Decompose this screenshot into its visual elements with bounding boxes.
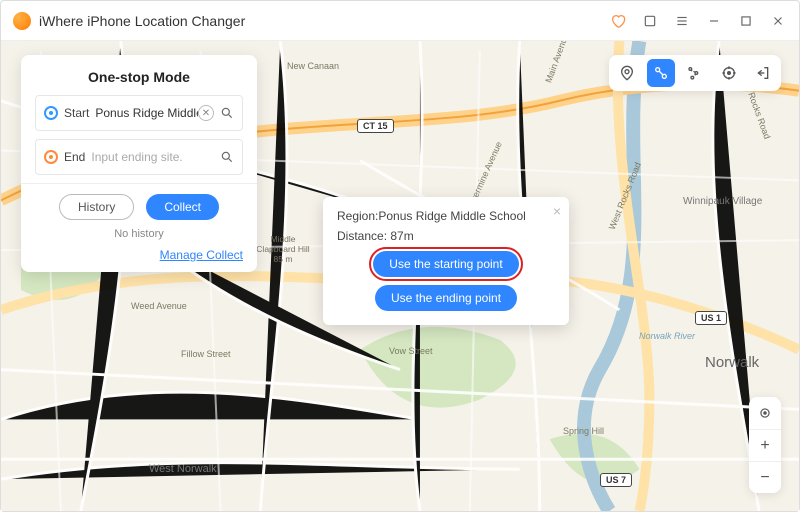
map-label: Spring Hill <box>563 426 604 436</box>
close-icon[interactable] <box>769 12 787 30</box>
popup-distance: Distance: 87m <box>337 229 555 243</box>
search-end-icon[interactable] <box>218 148 236 166</box>
app-window: iWhere iPhone Location Changer <box>0 0 800 512</box>
app-title: iWhere iPhone Location Changer <box>39 13 609 29</box>
divider <box>21 183 257 184</box>
end-dot-icon <box>44 150 58 164</box>
manage-collect-wrap: Manage Collect <box>35 248 243 262</box>
route-shield: US 7 <box>600 473 632 487</box>
mode-multi-stop-icon[interactable] <box>681 59 709 87</box>
favorite-icon[interactable] <box>609 12 627 30</box>
mode-joystick-icon[interactable] <box>715 59 743 87</box>
zoom-controls: + − <box>749 397 781 493</box>
map-label: Fillow Street <box>181 349 231 359</box>
popup-tail-icon <box>438 317 454 333</box>
location-popup: × Region:Ponus Ridge Middle School Dista… <box>323 197 569 325</box>
map-label: Vow Street <box>389 346 433 356</box>
mode-one-stop-icon[interactable] <box>647 59 675 87</box>
one-stop-panel: One-stop Mode Start ✕ End Histor <box>21 55 257 272</box>
manage-collect-link[interactable]: Manage Collect <box>160 248 243 262</box>
mode-teleport-icon[interactable] <box>613 59 641 87</box>
no-history-text: No history <box>35 228 243 240</box>
menu-icon[interactable] <box>673 12 691 30</box>
start-dot-icon <box>44 106 58 120</box>
title-controls <box>609 12 787 30</box>
history-button[interactable]: History <box>59 194 134 220</box>
collect-button[interactable]: Collect <box>146 194 219 220</box>
panel-title: One-stop Mode <box>35 69 243 85</box>
mode-toolbar <box>609 55 781 91</box>
content-area: New Canaan Merritt Pkwy Main Avenue East… <box>1 41 799 511</box>
clear-start-icon[interactable]: ✕ <box>198 105 214 121</box>
popup-close-icon[interactable]: × <box>553 203 561 219</box>
panel-buttons: History Collect <box>35 194 243 220</box>
recenter-icon[interactable] <box>749 397 781 429</box>
use-starting-point-button[interactable]: Use the starting point <box>373 251 518 277</box>
start-input[interactable] <box>95 106 198 120</box>
popup-region: Region:Ponus Ridge Middle School <box>337 209 555 223</box>
end-row: End <box>35 139 243 175</box>
start-row: Start ✕ <box>35 95 243 131</box>
titlebar: iWhere iPhone Location Changer <box>1 1 799 41</box>
zoom-in-button[interactable]: + <box>749 429 781 461</box>
end-label: End <box>64 150 85 164</box>
maximize-icon[interactable] <box>737 12 755 30</box>
search-start-icon[interactable] <box>218 104 236 122</box>
start-label: Start <box>64 106 89 120</box>
app-logo-icon <box>13 12 31 30</box>
route-shield: CT 15 <box>357 119 394 133</box>
map-label: Norwalk River <box>639 331 695 341</box>
map-city-label: Norwalk <box>705 354 759 371</box>
window-mode-icon[interactable] <box>641 12 659 30</box>
zoom-out-button[interactable]: − <box>749 461 781 493</box>
exit-icon[interactable] <box>749 59 777 87</box>
minimize-icon[interactable] <box>705 12 723 30</box>
map-label: New Canaan <box>287 61 339 71</box>
end-input[interactable] <box>91 150 218 164</box>
route-shield: US 1 <box>695 311 727 325</box>
map-poi: Middle Clapboard Hill 85 m <box>253 235 313 264</box>
use-ending-point-button[interactable]: Use the ending point <box>375 285 517 311</box>
map-area-label: Winnipauk Village <box>683 196 762 207</box>
map-area-label: West Norwalk <box>149 463 217 475</box>
map-label: Weed Avenue <box>131 301 187 311</box>
